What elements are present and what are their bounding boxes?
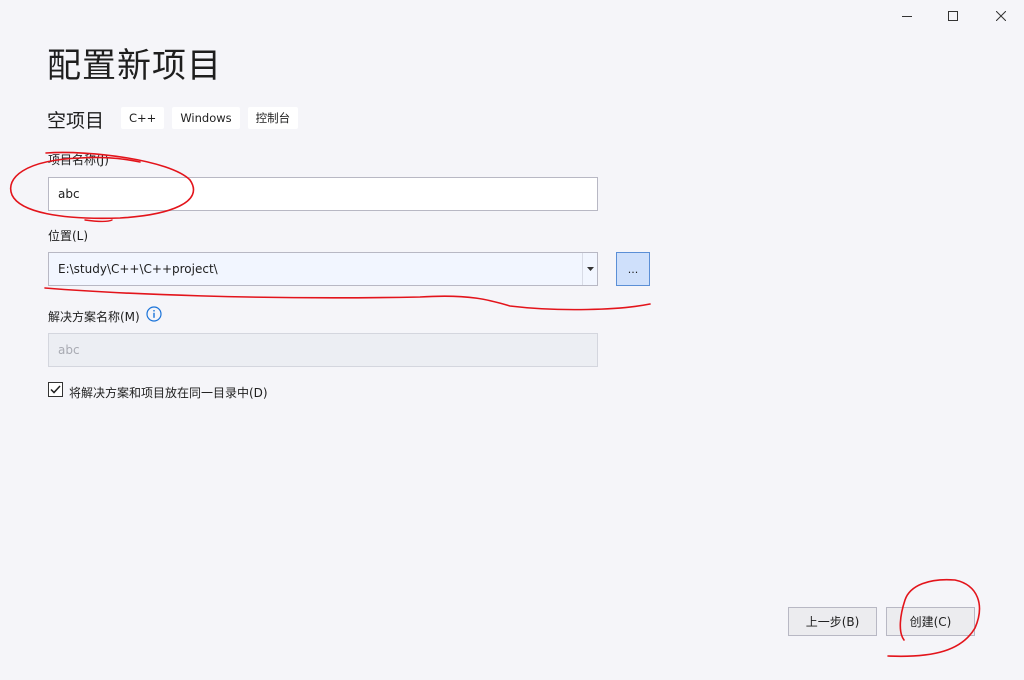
project-name-input[interactable]: abc [48,177,598,211]
minimize-button[interactable] [884,0,930,32]
solution-name-label: 解决方案名称(M) [48,310,140,324]
close-icon [996,11,1006,21]
template-tags: C++ Windows 控制台 [121,107,299,129]
tag-cpp: C++ [121,107,165,129]
location-dropdown-button[interactable] [582,253,597,285]
checkmark-icon [50,385,61,394]
annotation-underline-location [44,287,651,311]
close-button[interactable] [978,0,1024,32]
tag-console: 控制台 [247,107,299,129]
annotation-circle-project-name-tail [84,219,113,223]
solution-name-input[interactable]: abc [48,333,598,367]
project-name-label: 项目名称(J) [48,153,109,167]
same-directory-checkbox[interactable] [48,382,63,397]
browse-button[interactable]: ... [616,252,650,286]
minimize-icon [902,16,912,17]
project-name-value: abc [58,187,80,201]
location-combobox[interactable]: E:\study\C++\C++project\ [48,252,598,286]
location-value: E:\study\C++\C++project\ [58,262,218,276]
info-icon[interactable] [146,306,162,322]
maximize-icon [948,11,958,21]
solution-name-value: abc [58,343,80,357]
create-button[interactable]: 创建(C) [886,607,975,636]
maximize-button[interactable] [930,0,976,32]
location-label: 位置(L) [48,229,89,243]
back-button[interactable]: 上一步(B) [788,607,877,636]
same-directory-label: 将解决方案和项目放在同一目录中(D) [69,386,268,400]
tag-windows: Windows [172,107,240,129]
chevron-down-icon [586,267,594,271]
page-title: 配置新项目 [47,46,222,86]
template-name: 空项目 [47,110,105,132]
